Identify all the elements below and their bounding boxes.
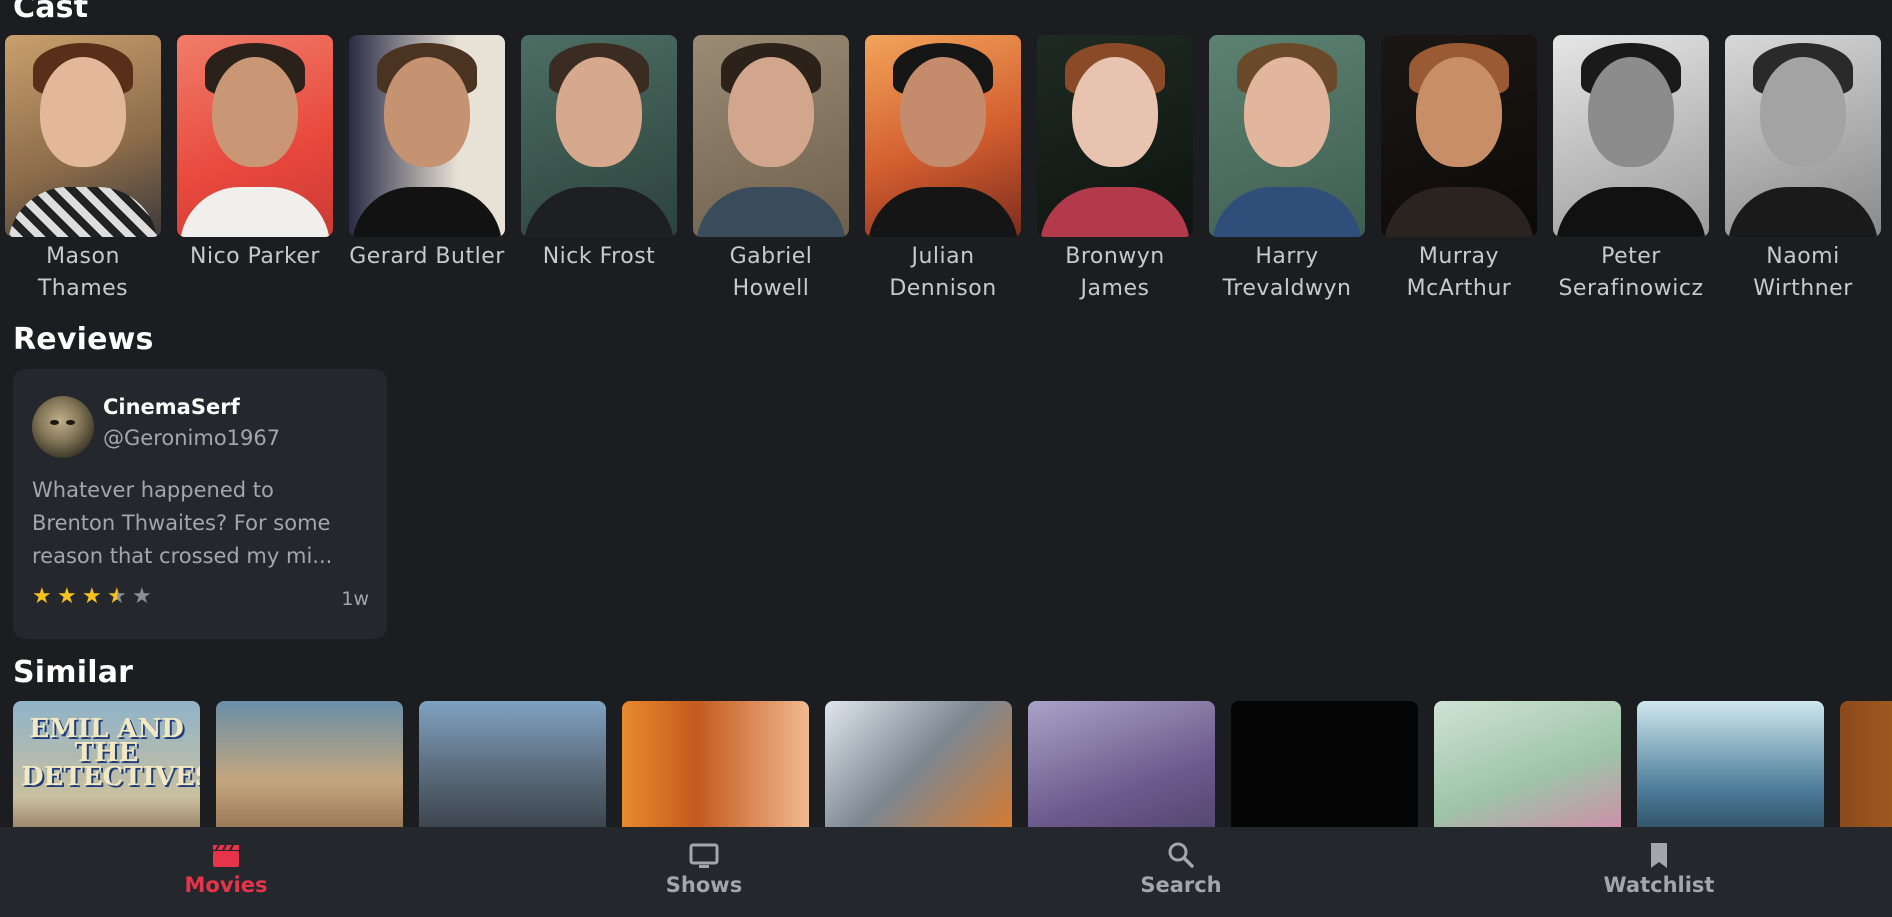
cast-row: Mason Thames Nico Parker Gerard Butler N…	[5, 35, 1892, 305]
cast-photo	[349, 35, 505, 237]
similar-poster[interactable]	[1231, 701, 1418, 827]
similar-poster[interactable]	[1028, 701, 1215, 827]
cast-photo	[1725, 35, 1881, 237]
cast-name: Peter Serafinowicz	[1558, 244, 1704, 301]
cast-card[interactable]: Naomi Wirthner	[1725, 35, 1881, 305]
review-text-line: reason that crossed my mi...	[32, 544, 333, 568]
cast-name: Gabriel Howell	[729, 244, 813, 301]
cast-photo	[1037, 35, 1193, 237]
cast-photo	[1381, 35, 1537, 237]
review-text: Whatever happened to Brenton Thwaites? F…	[32, 474, 372, 573]
cast-name: Murray McArthur	[1406, 244, 1512, 301]
cast-card[interactable]: Bronwyn James	[1037, 35, 1193, 305]
similar-poster[interactable]	[1637, 701, 1824, 827]
nav-search[interactable]: Search	[1081, 839, 1281, 897]
cast-name: Gerard Butler	[349, 244, 505, 269]
search-icon	[1168, 842, 1194, 868]
clapperboard-icon	[213, 844, 239, 867]
bottom-navigation: Movies Shows Search Watchlist	[0, 827, 1892, 917]
cast-card[interactable]: Mason Thames	[5, 35, 161, 305]
star-empty-icon: ★	[132, 584, 152, 609]
cast-card[interactable]: Julian Dennison	[865, 35, 1021, 305]
cast-name: Harry Trevaldwyn	[1222, 244, 1352, 301]
cast-photo	[865, 35, 1021, 237]
tv-icon	[689, 843, 719, 868]
cast-name: Nico Parker	[190, 244, 320, 269]
cast-card[interactable]: Gerard Butler	[349, 35, 505, 273]
cast-card[interactable]: Murray McArthur	[1381, 35, 1537, 305]
review-card[interactable]: CinemaSerf @Geronimo1967 Whatever happen…	[13, 369, 387, 639]
bookmark-icon	[1651, 843, 1667, 868]
similar-poster[interactable]	[419, 701, 606, 827]
similar-poster[interactable]	[216, 701, 403, 827]
star-half-icon: ★	[107, 584, 127, 609]
nav-shows[interactable]: Shows	[604, 839, 804, 897]
similar-section-title: Similar	[13, 655, 134, 690]
review-age: 1w	[341, 588, 369, 610]
star-full-icon: ★	[32, 584, 52, 609]
reviewer-name: CinemaSerf	[103, 395, 240, 419]
cast-photo	[1553, 35, 1709, 237]
nav-label: Movies	[184, 873, 268, 897]
cast-name: Julian Dennison	[889, 244, 997, 301]
nav-label: Watchlist	[1603, 873, 1715, 897]
poster-title-art: EMIL AND THE DETECTIVES	[21, 714, 200, 792]
cast-name: Bronwyn James	[1065, 244, 1165, 301]
similar-poster[interactable]: EMIL AND THE DETECTIVES	[13, 701, 200, 827]
nav-label: Search	[1140, 873, 1222, 897]
cast-card[interactable]: Gabriel Howell	[693, 35, 849, 305]
cast-card[interactable]: Peter Serafinowicz	[1553, 35, 1709, 305]
cast-card[interactable]: Harry Trevaldwyn	[1209, 35, 1365, 305]
cast-photo	[693, 35, 849, 237]
cast-photo	[521, 35, 677, 237]
reviewer-handle: @Geronimo1967	[103, 426, 281, 450]
reviewer-avatar	[32, 396, 94, 458]
cast-name: Mason Thames	[37, 244, 129, 301]
cast-photo	[1209, 35, 1365, 237]
review-text-line: Whatever happened to	[32, 478, 274, 502]
similar-poster[interactable]	[1434, 701, 1621, 827]
star-full-icon: ★	[57, 584, 77, 609]
rating-stars: ★ ★ ★ ★ ★	[32, 584, 153, 609]
cast-card[interactable]: Nick Frost	[521, 35, 677, 273]
cast-photo	[5, 35, 161, 237]
similar-poster[interactable]	[825, 701, 1012, 827]
nav-movies[interactable]: Movies	[126, 839, 326, 897]
nav-label: Shows	[665, 873, 743, 897]
cast-section-title: Cast	[13, 0, 89, 25]
nav-watchlist[interactable]: Watchlist	[1559, 839, 1759, 897]
review-text-line: Brenton Thwaites? For some	[32, 511, 331, 535]
similar-poster[interactable]	[622, 701, 809, 827]
star-full-icon: ★	[82, 584, 102, 609]
cast-card[interactable]: Nico Parker	[177, 35, 333, 273]
similar-row: EMIL AND THE DETECTIVES	[13, 701, 1892, 827]
cast-name: Naomi Wirthner	[1753, 244, 1853, 301]
reviews-section-title: Reviews	[13, 322, 154, 357]
cast-name: Nick Frost	[542, 244, 656, 269]
similar-poster[interactable]	[1840, 701, 1892, 827]
cast-photo	[177, 35, 333, 237]
